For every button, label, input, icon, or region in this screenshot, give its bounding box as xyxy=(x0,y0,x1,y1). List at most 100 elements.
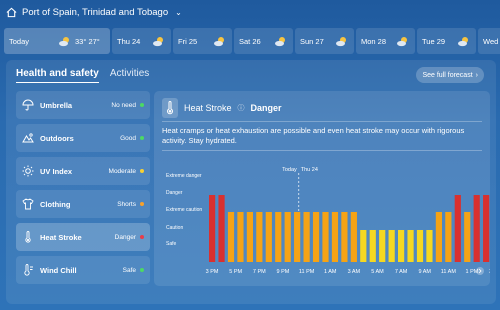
x-tick-label: 11 AM xyxy=(441,269,457,275)
status-dot xyxy=(140,169,144,173)
day-card[interactable]: Sun 27 xyxy=(295,28,354,54)
forecast-strip: Today 33° 27° Thu 24 Fri 25 Sat 26 Sun 2… xyxy=(4,28,500,54)
chart-bar xyxy=(294,212,301,262)
x-tick-label: 9 AM xyxy=(418,269,431,275)
category-heat-stroke[interactable]: Heat Stroke Danger xyxy=(16,223,150,251)
marker-label: Today xyxy=(282,167,297,173)
chevron-right-icon: › xyxy=(475,71,478,79)
day-label: Thu 24 xyxy=(117,36,141,46)
x-tick-label: 7 PM xyxy=(253,269,266,275)
category-value: Danger xyxy=(114,233,136,241)
category-label: Umbrella xyxy=(40,100,73,110)
chart-bar xyxy=(445,212,452,262)
day-label: Fri 25 xyxy=(178,36,198,46)
chart-bar xyxy=(473,195,480,262)
day-card[interactable]: Mon 28 xyxy=(356,28,415,54)
partly-sunny-icon xyxy=(59,36,70,46)
partly-sunny-icon xyxy=(458,36,468,46)
day-card[interactable]: Wed xyxy=(478,28,500,54)
chart-bar xyxy=(416,230,424,262)
x-tick-label: 1 AM xyxy=(324,269,337,275)
chart-bar xyxy=(407,230,414,262)
level-label: Safe xyxy=(166,241,177,247)
day-label: Mon 28 xyxy=(361,36,387,46)
category-label: Heat Stroke xyxy=(40,232,82,242)
chart-bar xyxy=(209,195,216,262)
see-full-forecast-button[interactable]: See full forecast › xyxy=(416,67,484,83)
category-outdoors[interactable]: Outdoors Good xyxy=(16,124,150,152)
chart-bar xyxy=(360,230,367,262)
chart-bar xyxy=(284,212,291,262)
umbrella-icon xyxy=(22,99,34,111)
chart-bar xyxy=(398,230,405,262)
level-label: Extreme caution xyxy=(166,207,202,213)
chart-bar xyxy=(483,195,490,262)
x-tick-label: 9 PM xyxy=(277,269,290,275)
day-label: Wed xyxy=(483,36,499,46)
location-name: Port of Spain, Trinidad and Tobago xyxy=(22,6,169,18)
category-label: Outdoors xyxy=(40,133,74,143)
partly-sunny-icon xyxy=(336,36,346,46)
chart-bar xyxy=(331,212,339,262)
chart-bar xyxy=(369,230,376,262)
chart-bar xyxy=(350,212,357,262)
location-bar[interactable]: Port of Spain, Trinidad and Tobago ⌄ xyxy=(6,4,182,20)
status-dot xyxy=(140,136,144,140)
day-temps: 33° 27° xyxy=(75,36,100,46)
health-panel: Health and safety Activities See full fo… xyxy=(6,60,496,304)
chart-bar xyxy=(246,212,253,262)
category-value: No need xyxy=(111,101,136,109)
chevron-down-icon: ⌄ xyxy=(175,7,182,17)
tab-health-and-safety[interactable]: Health and safety xyxy=(16,68,99,83)
chart-bar xyxy=(312,212,320,262)
day-card-today[interactable]: Today 33° 27° xyxy=(4,28,110,54)
category-wind-chill[interactable]: Wind Chill Safe xyxy=(16,256,150,284)
day-card[interactable]: Thu 24 xyxy=(112,28,171,54)
marker-label: Thu 24 xyxy=(301,167,318,173)
chart-bar xyxy=(303,212,310,262)
x-tick-label: 3 PM xyxy=(206,269,219,275)
sun-icon xyxy=(22,165,34,177)
chart-bar xyxy=(388,230,395,262)
category-value: Safe xyxy=(122,266,136,274)
day-card[interactable]: Fri 25 xyxy=(173,28,232,54)
day-card[interactable]: Sat 26 xyxy=(234,28,293,54)
category-clothing[interactable]: Clothing Shorts xyxy=(16,190,150,218)
partly-sunny-icon xyxy=(275,36,285,46)
level-label: Danger xyxy=(166,190,183,196)
chart-bar xyxy=(379,230,386,262)
day-label: Tue 29 xyxy=(422,36,446,46)
heat-stroke-chart: Safe Caution Extreme caution Danger Extreme … xyxy=(166,167,490,275)
level-label: Extreme danger xyxy=(166,173,202,179)
shirt-icon xyxy=(22,198,34,210)
day-card[interactable]: Tue 29 xyxy=(417,28,476,54)
chart-bar xyxy=(265,212,272,262)
chart-bar xyxy=(227,212,235,262)
x-tick-label: 11 PM xyxy=(299,269,315,275)
chart-bar xyxy=(256,212,263,262)
category-list: Umbrella No need Outdoors Good UV Index … xyxy=(16,91,150,289)
tab-activities[interactable]: Activities xyxy=(110,68,149,83)
chart-bar xyxy=(426,230,433,262)
status-dot xyxy=(140,235,144,239)
heat-stroke-detail: Heat Stroke ⓘ Danger Heat cramps or heat… xyxy=(154,91,490,286)
tab-bar: Health and safety Activities xyxy=(16,68,149,83)
outdoors-icon xyxy=(22,133,34,143)
chart-bar xyxy=(464,212,471,262)
status-dot xyxy=(140,202,144,206)
partly-sunny-icon xyxy=(153,36,163,46)
category-value: Moderate xyxy=(108,167,136,175)
chart-bar xyxy=(275,212,282,262)
category-umbrella[interactable]: Umbrella No need xyxy=(16,91,150,119)
x-tick-label: 3 AM xyxy=(348,269,361,275)
chart-bar xyxy=(322,212,329,262)
level-label: Caution xyxy=(166,225,183,231)
see-full-forecast-label: See full forecast xyxy=(422,71,473,79)
partly-sunny-icon xyxy=(214,36,224,46)
status-dot xyxy=(140,268,144,272)
category-uv-index[interactable]: UV Index Moderate xyxy=(16,157,150,185)
partly-sunny-icon xyxy=(397,36,407,46)
chart-bar xyxy=(237,212,244,262)
chevron-right-icon[interactable] xyxy=(476,267,484,275)
category-value: Shorts xyxy=(117,200,136,208)
